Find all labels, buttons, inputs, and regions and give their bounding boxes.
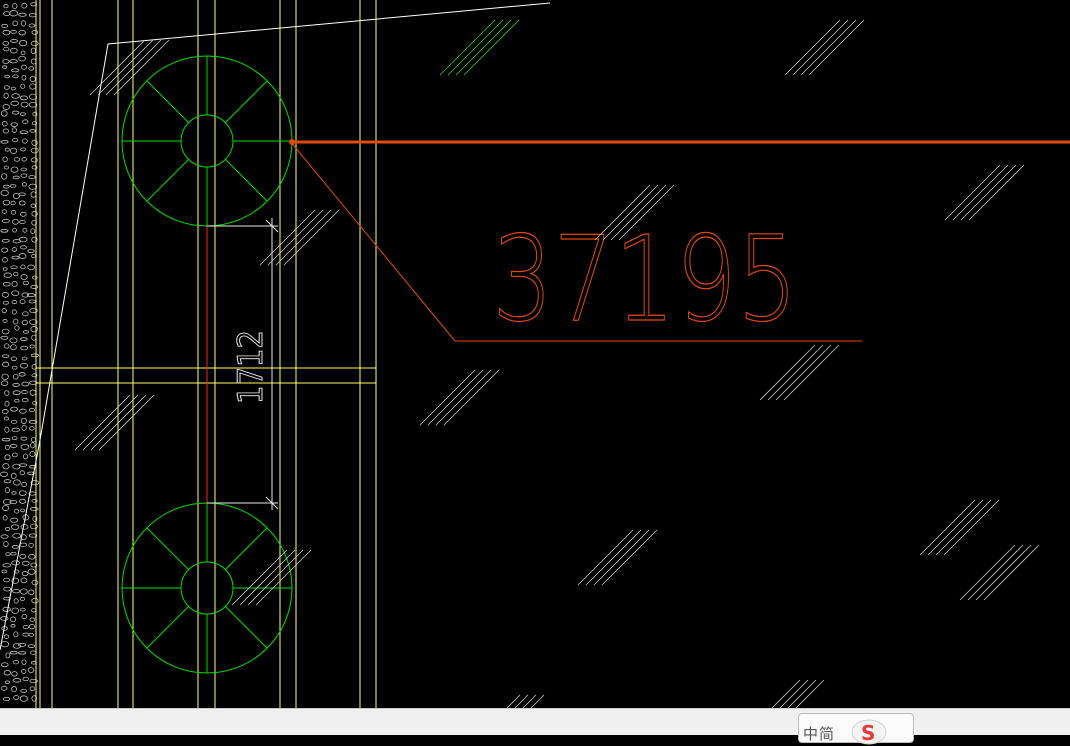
ime-toolbar[interactable]: 中简 S: [798, 713, 914, 746]
elevation-text: 37195: [492, 210, 798, 348]
cad-drawing-canvas[interactable]: 1712 37195: [0, 0, 1070, 708]
dimension-text: 1712: [231, 330, 271, 404]
sogou-s-icon[interactable]: S: [849, 718, 889, 746]
canvas-background: [0, 0, 1070, 708]
leader-point-marker: [289, 139, 295, 145]
svg-text:S: S: [861, 721, 875, 745]
status-bar: 中简 S: [0, 708, 1070, 745]
